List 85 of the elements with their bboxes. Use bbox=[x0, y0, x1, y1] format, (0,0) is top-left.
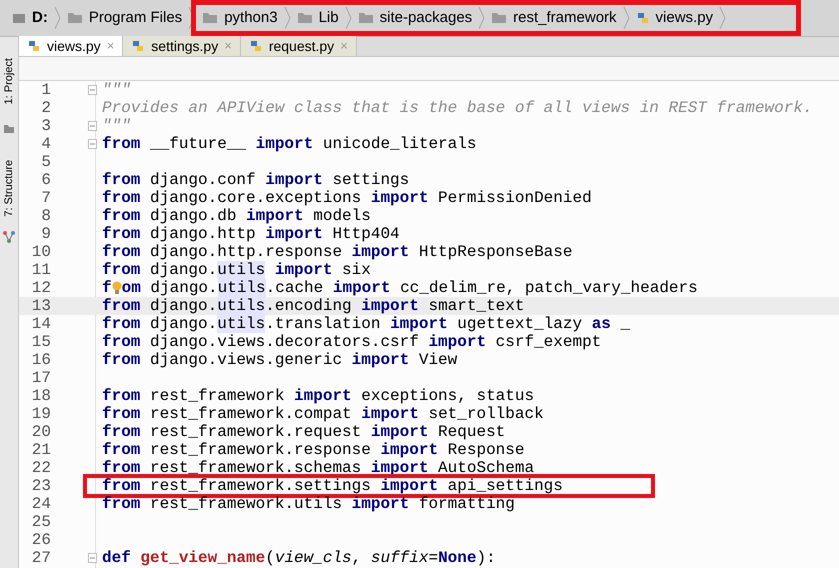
line-number: 14 bbox=[30, 315, 51, 333]
line-number: 10 bbox=[30, 243, 51, 261]
line-number: 2 bbox=[40, 99, 51, 117]
line-number: 16 bbox=[30, 351, 51, 369]
breadcrumb-item[interactable]: python3 bbox=[224, 6, 278, 30]
fold-icon[interactable] bbox=[88, 553, 97, 563]
code-line: from rest_framework.compat import set_rollback bbox=[102, 405, 544, 423]
line-number: 23 bbox=[30, 477, 51, 495]
line-number: 24 bbox=[30, 495, 51, 513]
python-file-icon bbox=[636, 11, 650, 25]
chevron-icon bbox=[478, 7, 486, 29]
line-number: 20 bbox=[30, 423, 51, 441]
code-line: from rest_framework.response import Response bbox=[102, 441, 524, 459]
tool-window-button[interactable]: 1: Project bbox=[0, 58, 18, 104]
breadcrumb-item[interactable]: views.py bbox=[656, 6, 714, 30]
line-number: 18 bbox=[30, 387, 51, 405]
code-line: from rest_framework.settings import api_settings bbox=[102, 477, 563, 495]
folder-icon bbox=[3, 124, 15, 134]
breadcrumb-item[interactable]: site-packages bbox=[380, 6, 472, 30]
line-number: 1 bbox=[40, 81, 51, 99]
line-number: 4 bbox=[40, 135, 51, 153]
breadcrumb-item[interactable]: rest_framework bbox=[513, 6, 617, 30]
python-file-icon bbox=[131, 39, 146, 53]
lightbulb-icon[interactable] bbox=[112, 280, 122, 296]
code-line: def get_view_name(view_cls, suffix=None): bbox=[102, 549, 496, 567]
line-number: 6 bbox=[40, 171, 51, 189]
line-number: 19 bbox=[30, 405, 51, 423]
editor-tab[interactable]: views.py × bbox=[19, 36, 124, 56]
code-line: from django.utils import six bbox=[102, 261, 371, 279]
line-number: 22 bbox=[30, 459, 51, 477]
chevron-icon bbox=[344, 7, 352, 29]
code-line: from django.conf import settings bbox=[102, 171, 410, 189]
code-line: from django.db import models bbox=[102, 207, 371, 225]
chevron-icon bbox=[284, 7, 291, 29]
line-number: 12 bbox=[30, 279, 51, 297]
code-line: from rest_framework import exceptions, status bbox=[102, 387, 534, 405]
editor-tab[interactable]: settings.py × bbox=[123, 36, 241, 56]
code-line: from rest_framework.schemas import AutoSchema bbox=[102, 459, 534, 477]
breadcrumb-item[interactable]: Lib bbox=[318, 6, 339, 30]
code-line: """ bbox=[102, 81, 131, 99]
line-number: 3 bbox=[40, 117, 51, 135]
code-line: from __future__ import unicode_literals bbox=[102, 135, 476, 153]
breadcrumb-item[interactable]: D: bbox=[32, 6, 48, 30]
chevron-icon bbox=[54, 7, 61, 29]
chevron-icon bbox=[622, 7, 630, 29]
code-line: from django.utils.translation import ugettext_lazy as _ bbox=[102, 315, 630, 333]
line-number: 17 bbox=[30, 369, 51, 387]
structure-icon bbox=[3, 231, 15, 243]
line-number: 15 bbox=[30, 333, 51, 351]
folder-icon bbox=[358, 12, 374, 24]
fold-icon[interactable] bbox=[88, 85, 97, 95]
code-line: Provides an APIView class that is the base of all views in REST framework. bbox=[102, 99, 813, 117]
code-line: """ bbox=[102, 117, 131, 135]
editor-tab[interactable]: request.py × bbox=[240, 36, 357, 56]
drive-icon bbox=[12, 12, 26, 24]
line-number: 13 bbox=[30, 297, 51, 315]
breadcrumb-item[interactable]: Program Files bbox=[88, 6, 182, 30]
python-file-icon bbox=[248, 39, 263, 53]
code-line: from django.views.generic import View bbox=[102, 351, 458, 369]
folder-icon bbox=[491, 12, 508, 24]
fold-icon[interactable] bbox=[88, 121, 97, 131]
code-line: f om django.utils.cache import cc_delim_re, patch_vary_headers bbox=[102, 279, 698, 297]
line-number: 7 bbox=[40, 189, 51, 207]
code-line: from django.core.exceptions import PermissionDenied bbox=[102, 189, 592, 207]
fold-icon[interactable] bbox=[88, 139, 97, 149]
code-line: from django.views.decorators.csrf import csrf_exempt bbox=[102, 333, 602, 351]
folder-icon bbox=[296, 12, 313, 24]
line-number: 27 bbox=[30, 549, 51, 567]
tool-window-button[interactable]: 7: Structure bbox=[0, 160, 18, 216]
line-number: 21 bbox=[30, 441, 51, 459]
folder-icon bbox=[202, 12, 218, 24]
line-number: 5 bbox=[40, 153, 51, 171]
line-number: 8 bbox=[40, 207, 51, 225]
line-number: 25 bbox=[30, 513, 51, 531]
code-line: from rest_framework.request import Request bbox=[102, 423, 506, 441]
folder-icon bbox=[66, 12, 83, 24]
line-number: 9 bbox=[40, 225, 51, 243]
code-line: from rest_framework.utils import formatting bbox=[102, 495, 515, 513]
code-line: from django.utils.encoding import smart_text bbox=[102, 297, 524, 315]
line-number: 11 bbox=[30, 261, 51, 279]
python-file-icon bbox=[27, 39, 41, 53]
chevron-icon bbox=[719, 7, 726, 29]
line-number: 26 bbox=[30, 531, 51, 549]
code-line: from django.http import Http404 bbox=[102, 225, 400, 243]
code-line: from django.http.response import HttpResponseBase bbox=[102, 243, 572, 261]
